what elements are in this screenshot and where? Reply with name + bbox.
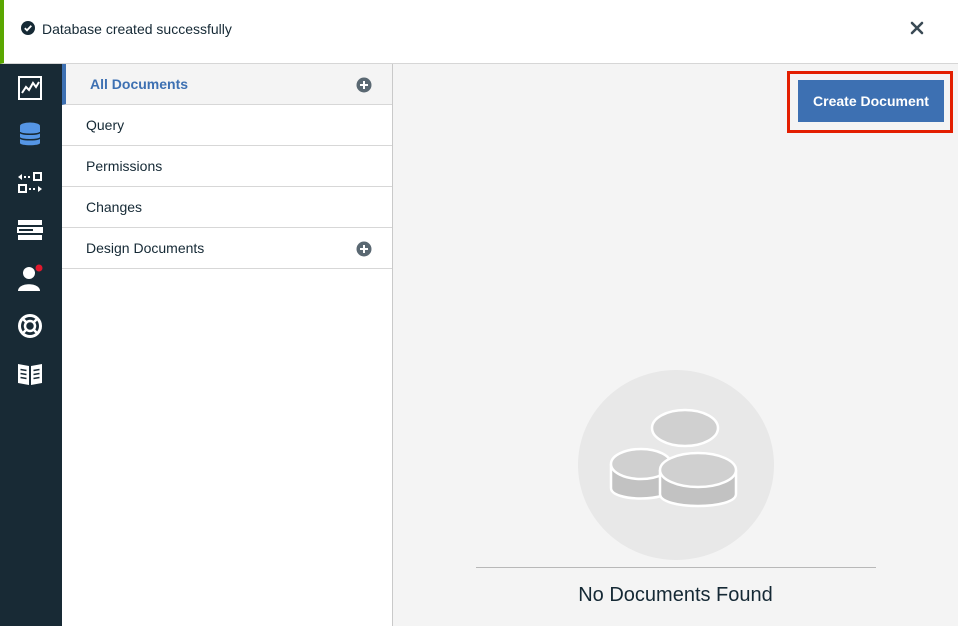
notification-bar: Database created successfully bbox=[0, 0, 958, 64]
close-icon[interactable] bbox=[908, 19, 926, 37]
create-document-button[interactable]: Create Document bbox=[798, 80, 944, 122]
empty-state-illustration bbox=[578, 370, 774, 560]
support-lifebuoy-icon[interactable] bbox=[16, 312, 44, 340]
sidebar-item-design-documents[interactable]: Design Documents bbox=[62, 228, 392, 269]
activity-chart-icon[interactable] bbox=[16, 74, 44, 102]
notification-badge bbox=[35, 264, 43, 272]
sidebar-item-query[interactable]: Query bbox=[62, 105, 392, 146]
sidebar-item-label: Design Documents bbox=[86, 240, 205, 256]
sidebar-item-permissions[interactable]: Permissions bbox=[62, 146, 392, 187]
replication-icon[interactable] bbox=[16, 169, 44, 197]
sidebar-item-label: Changes bbox=[86, 199, 143, 215]
add-circle-icon[interactable] bbox=[356, 241, 372, 257]
database-sidebar: All Documents Query Permissions Changes … bbox=[62, 64, 393, 626]
sidebar-item-label: Permissions bbox=[86, 158, 163, 174]
sidebar-item-changes[interactable]: Changes bbox=[62, 187, 392, 228]
highlight-box: Create Document bbox=[787, 71, 953, 133]
documents-main-panel: Create Document No Documents Found bbox=[393, 64, 958, 626]
empty-state-divider bbox=[476, 567, 876, 568]
empty-database-icon bbox=[609, 408, 738, 508]
add-circle-icon[interactable] bbox=[356, 77, 372, 93]
notification-message: Database created successfully bbox=[42, 21, 232, 37]
sidebar-item-label: All Documents bbox=[90, 76, 189, 92]
server-config-icon[interactable] bbox=[16, 216, 44, 244]
check-circle-icon bbox=[21, 21, 35, 35]
user-icon[interactable] bbox=[16, 264, 44, 292]
empty-state-message: No Documents Found bbox=[578, 584, 773, 606]
database-icon[interactable] bbox=[16, 121, 44, 149]
sidebar-item-label: Query bbox=[86, 117, 125, 133]
icon-rail bbox=[0, 64, 62, 626]
documentation-book-icon[interactable] bbox=[16, 360, 44, 388]
sidebar-item-all-documents[interactable]: All Documents bbox=[62, 64, 392, 105]
